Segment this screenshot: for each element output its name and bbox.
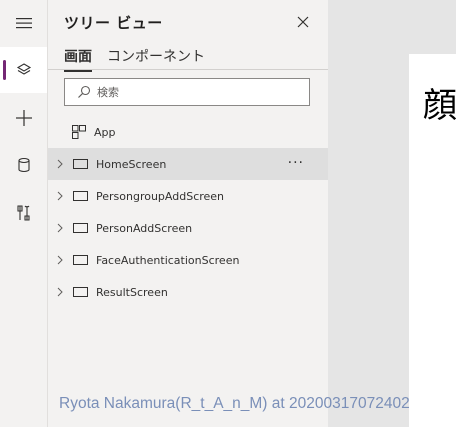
chevron-right-icon[interactable]	[55, 255, 65, 265]
search-icon	[71, 79, 97, 105]
tree-item-personaddscreen[interactable]: PersonAddScreen	[48, 212, 328, 244]
tools-icon	[16, 205, 30, 221]
tree-view-panel: ツリー ビュー 画面 コンポーネント App	[48, 0, 328, 427]
tree-item-resultscreen[interactable]: ResultScreen	[48, 276, 328, 308]
tree-item-faceauthenticationscreen[interactable]: FaceAuthenticationScreen	[48, 244, 328, 276]
screen-icon	[73, 159, 88, 169]
chevron-right-icon[interactable]	[55, 287, 65, 297]
hamburger-menu-button[interactable]	[0, 0, 47, 46]
insert-button[interactable]	[0, 95, 47, 141]
chevron-right-icon[interactable]	[55, 159, 65, 169]
tree-view-button[interactable]	[0, 47, 47, 93]
plus-icon	[15, 110, 32, 126]
watermark-text: Ryota Nakamura(R_t_A_n_M) at 20200317072…	[59, 395, 410, 412]
more-options-button[interactable]: ···	[288, 156, 304, 170]
hamburger-menu-icon	[15, 18, 32, 29]
search-box[interactable]	[64, 78, 310, 106]
close-panel-button[interactable]	[293, 12, 313, 32]
tree-item-label: PersongroupAddScreen	[96, 189, 225, 203]
data-button[interactable]	[0, 142, 47, 188]
tree-item-label: ResultScreen	[96, 285, 168, 299]
app-icon	[72, 125, 86, 139]
tree-item-app[interactable]: App	[48, 116, 328, 148]
tab-components[interactable]: コンポーネント	[107, 46, 205, 70]
screen-icon	[73, 287, 88, 297]
screen-icon	[73, 255, 88, 265]
tree-item-persongroupaddscreen[interactable]: PersongroupAddScreen	[48, 180, 328, 212]
search-input[interactable]	[97, 85, 297, 99]
canvas-title-text[interactable]: 顔	[423, 78, 456, 127]
close-icon	[297, 16, 309, 28]
chevron-right-icon[interactable]	[55, 191, 65, 201]
left-rail	[0, 0, 48, 427]
tree-item-label: PersonAddScreen	[96, 221, 193, 235]
tree-item-label: HomeScreen	[96, 157, 167, 171]
screen-icon	[73, 191, 88, 201]
tree-item-label: FaceAuthenticationScreen	[96, 253, 240, 267]
panel-title: ツリー ビュー	[64, 14, 163, 32]
tree-item-homescreen[interactable]: HomeScreen ···	[48, 148, 328, 180]
tabs-divider	[48, 69, 328, 70]
database-icon	[17, 157, 30, 173]
tree-item-label: App	[94, 125, 116, 139]
layers-icon	[16, 63, 31, 75]
screen-icon	[73, 223, 88, 233]
advanced-tools-button[interactable]	[0, 190, 47, 236]
chevron-right-icon[interactable]	[55, 223, 65, 233]
